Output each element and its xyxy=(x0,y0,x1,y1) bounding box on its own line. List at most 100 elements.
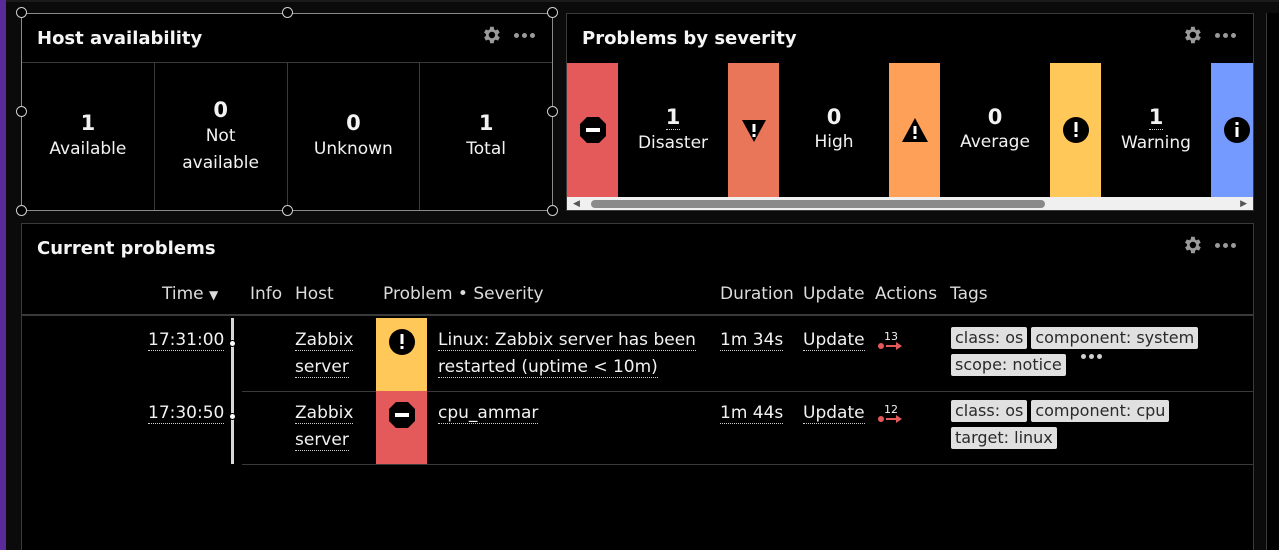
ha-available[interactable]: 1 Available xyxy=(22,63,155,210)
tag[interactable]: component: cpu xyxy=(1031,400,1170,422)
scrollbar-thumb[interactable] xyxy=(591,200,1045,208)
resize-handle-bottom-left[interactable] xyxy=(16,205,27,216)
resize-handle-bottom[interactable] xyxy=(282,205,293,216)
update-link[interactable]: Update xyxy=(803,403,865,424)
ha-not-available-count: 0 xyxy=(213,97,228,122)
severity-strip: 1 Disaster 0 High 0 Average 1 Warning xyxy=(567,63,1253,197)
more-options-icon[interactable] xyxy=(1215,234,1236,256)
current-problems-widget[interactable]: Current problems Time ▼ Info Host Proble… xyxy=(21,223,1254,550)
duration-link[interactable]: 1m 34s xyxy=(720,330,784,351)
severity-average-color xyxy=(889,63,940,197)
host-availability-tools xyxy=(480,24,535,46)
problems-by-severity-title: Problems by severity xyxy=(582,28,797,49)
scroll-left-icon[interactable]: ◀ xyxy=(573,198,580,210)
update-link[interactable]: Update xyxy=(803,330,865,351)
tag[interactable]: component: system xyxy=(1031,327,1199,349)
resize-handle-right[interactable] xyxy=(547,106,558,117)
problem-name-link[interactable]: cpu_ammar xyxy=(438,403,539,424)
tag[interactable]: target: linux xyxy=(951,427,1057,449)
severity-disaster[interactable]: 1 Disaster xyxy=(618,63,728,197)
resize-handle-top-right[interactable] xyxy=(547,7,558,18)
severity-warning-label: Warning xyxy=(1121,132,1191,153)
tag[interactable]: scope: notice xyxy=(951,354,1066,376)
host-availability-widget[interactable]: Host availability 1 Available 0 Not avai… xyxy=(21,13,553,211)
actions-arrow-icon xyxy=(878,415,902,423)
ha-available-label: Available xyxy=(49,139,127,159)
tag[interactable]: class: os xyxy=(951,400,1028,422)
more-tags-icon[interactable] xyxy=(1080,354,1102,359)
timeline-dot xyxy=(229,413,236,420)
severity-high[interactable]: 0 High xyxy=(779,63,889,197)
problems-table-header: Time ▼ Info Host Problem • Severity Dura… xyxy=(22,284,1253,316)
host-availability-title: Host availability xyxy=(37,28,203,49)
host-link-line2[interactable]: server xyxy=(295,430,349,451)
average-icon xyxy=(901,118,928,142)
severity-warning-cell xyxy=(376,318,427,391)
col-info: Info xyxy=(250,284,283,304)
col-duration: Duration xyxy=(720,284,794,304)
more-options-icon[interactable] xyxy=(514,24,535,46)
row-divider xyxy=(242,464,1253,465)
problem-name-link-line2[interactable]: restarted (uptime < 10m) xyxy=(438,357,658,378)
actions-indicator[interactable]: 13 xyxy=(878,330,908,354)
gear-icon[interactable] xyxy=(1181,234,1203,256)
current-problems-title: Current problems xyxy=(37,238,216,259)
ha-not-available[interactable]: 0 Not available xyxy=(155,63,288,210)
disaster-icon xyxy=(388,402,415,428)
problem-name-link[interactable]: Linux: Zabbix server has been xyxy=(438,330,696,351)
gear-icon[interactable] xyxy=(480,24,502,46)
scroll-right-icon[interactable]: ▶ xyxy=(1240,198,1247,210)
severity-average-label: Average xyxy=(960,132,1030,152)
severity-warning[interactable]: 1 Warning xyxy=(1101,63,1211,197)
severity-information-color xyxy=(1211,63,1253,197)
current-problems-tools xyxy=(1181,234,1236,256)
warning-icon xyxy=(388,329,415,355)
host-link[interactable]: Zabbix xyxy=(295,330,354,351)
host-cell: Zabbix server xyxy=(295,327,354,381)
table-row: 17:31:00 Zabbix server Linux: Zabbix ser… xyxy=(22,318,1253,391)
ha-available-count: 1 xyxy=(80,111,96,135)
warning-icon xyxy=(1062,117,1089,143)
col-host[interactable]: Host xyxy=(295,284,334,304)
ha-total-label: Total xyxy=(466,139,506,159)
severity-warning-color xyxy=(1050,63,1101,197)
problem-name-cell: cpu_ammar xyxy=(438,400,539,427)
resize-handle-left[interactable] xyxy=(16,106,27,117)
resize-handle-top-left[interactable] xyxy=(16,7,27,18)
col-update: Update xyxy=(803,284,865,304)
problems-by-severity-widget[interactable]: Problems by severity 1 Disaster 0 High 0… xyxy=(566,13,1254,211)
severity-average-count: 0 xyxy=(987,105,1003,129)
col-time[interactable]: Time ▼ xyxy=(162,284,218,304)
resize-handle-top[interactable] xyxy=(282,7,293,18)
tag[interactable]: class: os xyxy=(951,327,1028,349)
col-problem-severity[interactable]: Problem • Severity xyxy=(383,284,544,304)
tags-cell: class: os component: system scope: notice xyxy=(951,327,1241,381)
severity-disaster-label: Disaster xyxy=(637,132,709,153)
problem-time-link[interactable]: 17:30:50 xyxy=(148,403,225,424)
severity-average[interactable]: 0 Average xyxy=(940,63,1050,197)
duration-link[interactable]: 1m 44s xyxy=(720,403,784,424)
host-link[interactable]: Zabbix xyxy=(295,403,354,424)
horizontal-scrollbar[interactable]: ◀ ▶ xyxy=(567,197,1253,210)
tags-cell: class: os component: cpu target: linux xyxy=(951,400,1241,454)
timeline-dot xyxy=(229,340,236,347)
ha-unknown[interactable]: 0 Unknown xyxy=(288,63,421,210)
resize-handle-bottom-right[interactable] xyxy=(547,205,558,216)
severity-warning-count[interactable]: 1 xyxy=(1148,105,1164,130)
col-tags: Tags xyxy=(950,284,988,304)
ha-total-count: 1 xyxy=(478,111,494,135)
high-icon xyxy=(741,120,766,142)
left-sidebar-edge xyxy=(0,0,6,550)
more-options-icon[interactable] xyxy=(1215,24,1236,46)
host-link-line2[interactable]: server xyxy=(295,357,349,378)
information-icon xyxy=(1223,117,1250,143)
host-availability-grid: 1 Available 0 Not available 0 Unknown 1 … xyxy=(22,62,552,210)
ha-total[interactable]: 1 Total xyxy=(420,63,552,210)
actions-indicator[interactable]: 12 xyxy=(878,403,908,427)
severity-high-count: 0 xyxy=(826,105,842,129)
severity-high-label: High xyxy=(814,132,854,152)
gear-icon[interactable] xyxy=(1181,24,1203,46)
col-actions: Actions xyxy=(875,284,938,304)
severity-disaster-count[interactable]: 1 xyxy=(665,105,681,130)
problem-time-link[interactable]: 17:31:00 xyxy=(148,330,225,351)
